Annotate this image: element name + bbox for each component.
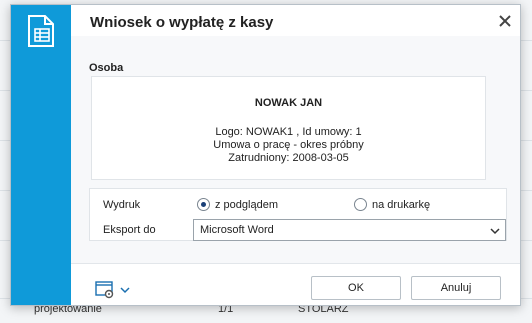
radio-with-preview[interactable] (197, 198, 210, 211)
person-contract-type: Umowa o pracę - okres próbny (213, 139, 364, 151)
dialog-footer: OK Anuluj (71, 263, 520, 305)
radio-with-preview-label[interactable]: z podglądem (215, 199, 278, 211)
payout-request-dialog: Wniosek o wypłatę z kasy Osoba NOWAK JAN… (10, 4, 521, 306)
radio-to-printer-label[interactable]: na drukarkę (372, 199, 430, 211)
cancel-button[interactable]: Anuluj (411, 276, 501, 300)
export-format-select[interactable]: Microsoft Word (193, 219, 506, 241)
chevron-down-icon (490, 228, 500, 235)
print-options-box: Wydruk z podglądem na drukarkę Eksport d… (89, 188, 507, 241)
person-employment-date: Zatrudniony: 2008-03-05 (228, 152, 349, 164)
export-label: Eksport do (103, 224, 156, 236)
close-icon (499, 15, 511, 27)
person-name: NOWAK JAN (254, 97, 323, 109)
person-info-box: NOWAK JAN Logo: NOWAK1 , Id umowy: 1 Umo… (91, 76, 486, 180)
export-format-value: Microsoft Word (200, 224, 274, 236)
dialog-title: Wniosek o wypłatę z kasy (90, 14, 274, 31)
person-section-label: Osoba (89, 62, 124, 74)
dialog-side-bar (11, 5, 71, 305)
chevron-down-icon[interactable] (120, 286, 130, 294)
person-logo-contract: Logo: NOWAK1 , Id umowy: 1 (215, 126, 362, 138)
print-label: Wydruk (103, 199, 141, 211)
radio-to-printer[interactable] (354, 198, 367, 211)
close-button[interactable] (495, 11, 515, 31)
spreadsheet-document-icon (28, 15, 54, 47)
window-settings-icon[interactable] (95, 281, 115, 299)
dialog-content: Osoba NOWAK JAN Logo: NOWAK1 , Id umowy:… (71, 36, 520, 263)
ok-button[interactable]: OK (311, 276, 401, 300)
